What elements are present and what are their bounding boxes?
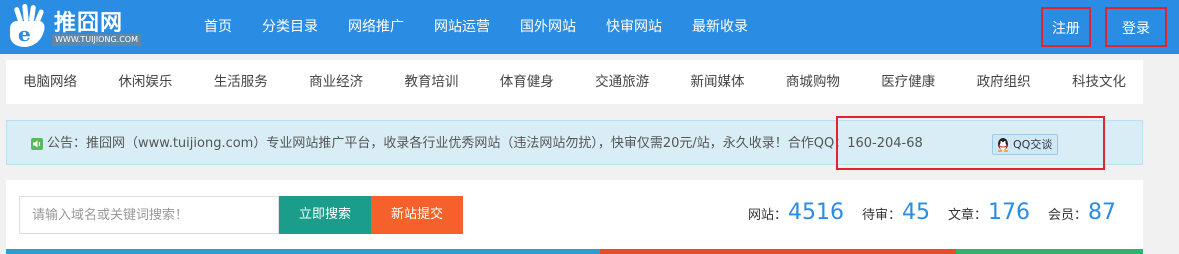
stat-value: 87 xyxy=(1088,200,1116,225)
nav-fast-review[interactable]: 快审网站 xyxy=(591,0,677,54)
nav-latest[interactable]: 最新收录 xyxy=(677,0,763,54)
top-header: e 推囧网 WWW.TUIJIONG.COM 首页 分类目录 网络推广 网站运营… xyxy=(0,0,1179,54)
hand-logo-icon: e xyxy=(10,3,45,47)
register-button[interactable]: 注册 xyxy=(1041,7,1091,47)
stat-members: 会员： 87 xyxy=(1048,200,1116,225)
category-education[interactable]: 教育培训 xyxy=(404,60,458,104)
stat-sites: 网站： 4516 xyxy=(748,200,844,225)
stat-pending: 待审： 45 xyxy=(862,200,930,225)
main-nav: 首页 分类目录 网络推广 网站运营 国外网站 快审网站 最新收录 xyxy=(189,0,763,54)
category-entertainment[interactable]: 休闲娱乐 xyxy=(118,60,172,104)
category-computer-network[interactable]: 电脑网络 xyxy=(23,60,77,104)
stat-label: 会员： xyxy=(1047,208,1087,223)
category-business[interactable]: 商业经济 xyxy=(309,60,363,104)
nav-categories[interactable]: 分类目录 xyxy=(247,0,333,54)
logo-url: WWW.TUIJIONG.COM xyxy=(52,34,141,46)
nav-foreign-sites[interactable]: 国外网站 xyxy=(505,0,591,54)
category-shopping[interactable]: 商城购物 xyxy=(786,60,840,104)
category-government[interactable]: 政府组织 xyxy=(977,60,1031,104)
nav-operations[interactable]: 网站运营 xyxy=(419,0,505,54)
category-life-services[interactable]: 生活服务 xyxy=(214,60,268,104)
speaker-icon xyxy=(31,138,43,150)
submit-site-button[interactable]: 新站提交 xyxy=(371,196,463,234)
search-section: 立即搜索 新站提交 网站： 4516 待审： 45 文章： 176 会员： 87 xyxy=(6,180,1143,254)
stat-value: 4516 xyxy=(787,200,844,225)
logo-title: 推囧网 xyxy=(54,11,124,36)
category-travel[interactable]: 交通旅游 xyxy=(595,60,649,104)
stat-label: 待审： xyxy=(861,208,901,223)
site-logo[interactable]: e 推囧网 WWW.TUIJIONG.COM xyxy=(6,3,146,49)
stat-articles: 文章： 176 xyxy=(948,200,1030,225)
search-button[interactable]: 立即搜索 xyxy=(279,196,371,234)
category-health[interactable]: 医疗健康 xyxy=(881,60,935,104)
category-tech-culture[interactable]: 科技文化 xyxy=(1072,60,1126,104)
category-news-media[interactable]: 新闻媒体 xyxy=(691,60,745,104)
category-nav: 电脑网络 休闲娱乐 生活服务 商业经济 教育培训 体育健身 交通旅游 新闻媒体 … xyxy=(6,60,1143,104)
svg-text:e: e xyxy=(18,22,31,46)
site-stats: 网站： 4516 待审： 45 文章： 176 会员： 87 xyxy=(730,200,1116,225)
login-button[interactable]: 登录 xyxy=(1105,7,1167,47)
stat-label: 文章： xyxy=(947,208,987,223)
category-sports[interactable]: 体育健身 xyxy=(500,60,554,104)
color-strip-divider xyxy=(6,249,1143,254)
nav-home[interactable]: 首页 xyxy=(189,0,247,54)
search-input[interactable] xyxy=(19,196,279,234)
qq-highlight-box xyxy=(836,116,1105,170)
nav-promotion[interactable]: 网络推广 xyxy=(333,0,419,54)
stat-label: 网站： xyxy=(747,208,787,223)
notice-text: 公告：推囧网（www.tuijiong.com）专业网站推广平台，收录各行业优秀… xyxy=(47,136,923,151)
stat-value: 176 xyxy=(987,200,1030,225)
stat-value: 45 xyxy=(901,200,930,225)
